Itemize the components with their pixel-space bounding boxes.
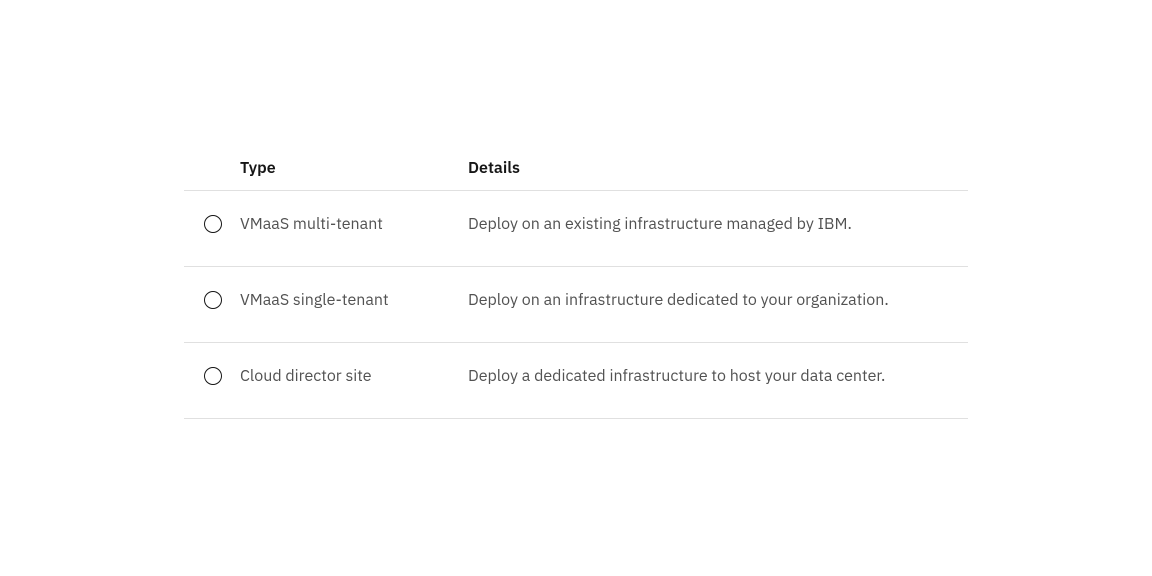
table-row: VMaaS single-tenant Deploy on an infrast…	[184, 267, 968, 343]
radio-cell	[184, 289, 240, 314]
deployment-options-table: Type Details VMaaS multi-tenant Deploy o…	[184, 158, 968, 419]
details-cell: Deploy on an existing infrastructure man…	[468, 213, 968, 235]
details-cell: Deploy a dedicated infrastructure to hos…	[468, 365, 968, 387]
header-radio-spacer	[184, 158, 240, 178]
table-row: Cloud director site Deploy a dedicated i…	[184, 343, 968, 419]
type-cell: Cloud director site	[240, 365, 468, 387]
table-row: VMaaS multi-tenant Deploy on an existing…	[184, 191, 968, 267]
radio-button[interactable]	[204, 215, 222, 233]
table-header-row: Type Details	[184, 158, 968, 191]
type-cell: VMaaS single-tenant	[240, 289, 468, 311]
header-type: Type	[240, 158, 468, 178]
radio-cell	[184, 213, 240, 238]
type-cell: VMaaS multi-tenant	[240, 213, 468, 235]
header-details: Details	[468, 158, 968, 178]
details-cell: Deploy on an infrastructure dedicated to…	[468, 289, 968, 311]
radio-button[interactable]	[204, 291, 222, 309]
radio-cell	[184, 365, 240, 390]
radio-button[interactable]	[204, 367, 222, 385]
